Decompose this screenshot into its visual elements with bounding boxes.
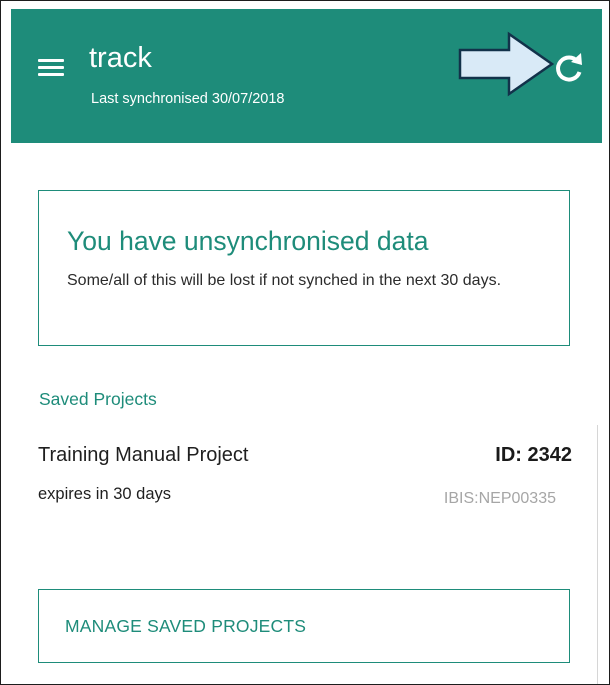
app-screen: track Last synchronised 30/07/2018 You h…: [0, 0, 610, 685]
hamburger-menu-icon[interactable]: [38, 57, 64, 77]
project-name: Training Manual Project: [38, 444, 249, 466]
app-bar: track Last synchronised 30/07/2018: [11, 9, 602, 143]
menu-line: [38, 59, 64, 62]
menu-line: [38, 73, 64, 76]
warning-message: Some/all of this will be lost if not syn…: [67, 272, 502, 289]
app-title: track: [89, 42, 152, 74]
project-id: ID: 2342: [495, 444, 572, 466]
manage-saved-projects-button[interactable]: MANAGE SAVED PROJECTS: [38, 589, 570, 663]
saved-project-item[interactable]: Training Manual Project ID: 2342 expires…: [38, 433, 598, 523]
unsynchronised-data-warning: You have unsynchronised data Some/all of…: [38, 190, 570, 346]
list-edge-divider: [597, 425, 598, 684]
refresh-icon[interactable]: [550, 50, 588, 88]
right-arrow-annotation: [458, 31, 555, 97]
menu-line: [38, 66, 64, 69]
warning-title: You have unsynchronised data: [67, 226, 429, 256]
saved-projects-header: Saved Projects: [39, 389, 157, 409]
project-code: IBIS:NEP00335: [443, 490, 556, 507]
last-synchronised-text: Last synchronised 30/07/2018: [91, 91, 285, 107]
project-expiry: expires in 30 days: [38, 485, 171, 503]
manage-saved-projects-label: MANAGE SAVED PROJECTS: [65, 616, 307, 636]
